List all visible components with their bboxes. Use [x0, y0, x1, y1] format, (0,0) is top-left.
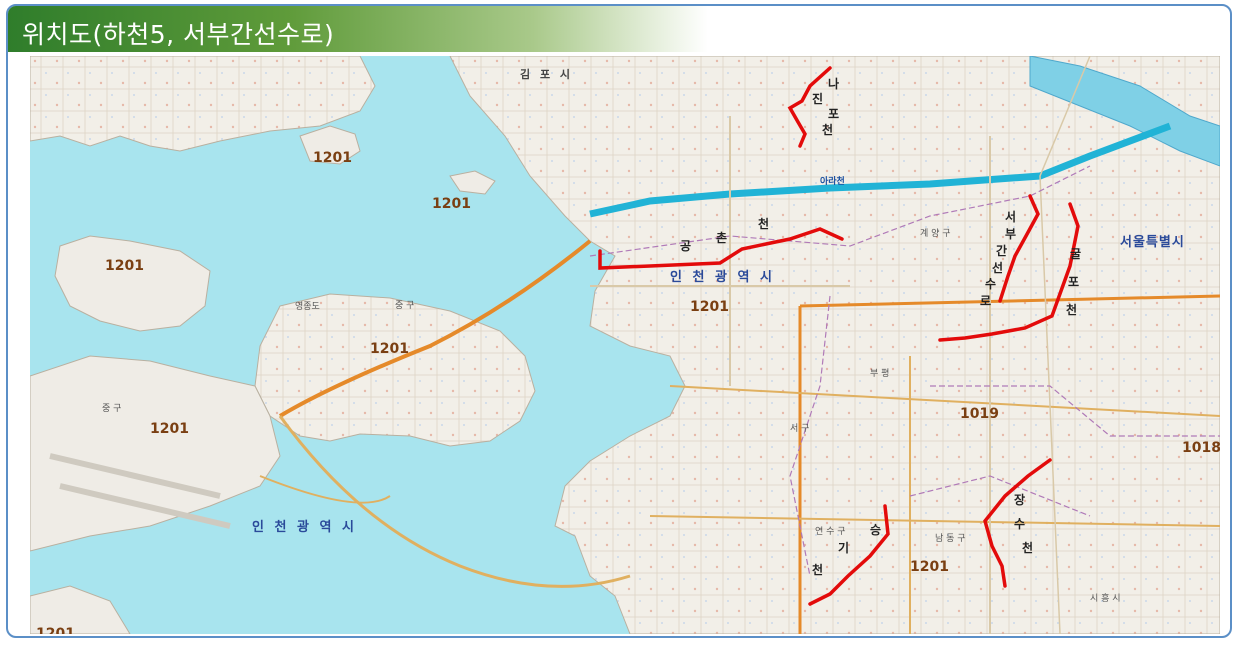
label-junggu-west: 중 구 [102, 403, 121, 414]
label-yeonsugu: 연 수 구 [815, 526, 846, 537]
label-gimpo: 김 포 시 [520, 68, 573, 81]
location-map: 인 천 광 역 시 인 천 광 역 시 김 포 시 서울특별시 중 구 중 구 … [30, 56, 1220, 634]
page-title: 위치도(하천5, 서부간선수로) [22, 20, 335, 49]
title-bar: 위치도(하천5, 서부간선수로) [8, 6, 708, 52]
code-label: 1201 [370, 341, 409, 357]
code-label: 1201 [432, 196, 471, 212]
code-label: 1019 [960, 406, 999, 422]
najinpocheon-label: 나 [828, 76, 839, 91]
label-incheon-sea: 인 천 광 역 시 [252, 519, 357, 535]
gulpocheon-label: 천 [1066, 302, 1077, 317]
seunggicheon-label: 기 [838, 540, 849, 555]
seobuganseon-label: 부 [1005, 227, 1016, 241]
seobuganseon-label: 선 [992, 260, 1003, 275]
gongchoncheon-label: 공 [680, 239, 691, 253]
label-bupyeong: 부 평 [870, 368, 889, 379]
gongchoncheon-label: 촌 [716, 230, 727, 245]
jangsucheon-label: 수 [1014, 517, 1025, 531]
gulpocheon-label: 굴 [1070, 247, 1081, 261]
code-label: 1201 [150, 421, 189, 437]
code-label: 1201 [313, 150, 352, 166]
code-label: 1201 [105, 258, 144, 274]
label-siheung: 시 흥 시 [1090, 592, 1121, 604]
label-yeongjongdo: 영종도 [295, 301, 320, 312]
code-label: 1201 [910, 559, 949, 575]
seunggicheon-label: 승 [870, 523, 881, 537]
gongchoncheon-label: 천 [758, 216, 769, 231]
gulpocheon-label: 포 [1068, 275, 1079, 289]
seunggicheon-label: 천 [812, 562, 823, 577]
code-label: 1201 [36, 626, 75, 634]
map-figure-frame: 위치도(하천5, 서부간선수로) 인 천 광 역 시 인 천 광 역 시 김 포… [6, 4, 1232, 638]
jangsucheon-label: 장 [1014, 493, 1025, 507]
label-junggu-yeongjong: 중 구 [395, 300, 414, 311]
najinpocheon-label: 포 [828, 107, 839, 121]
label-incheon-main: 인 천 광 역 시 [670, 269, 775, 285]
jangsucheon-label: 천 [1022, 540, 1033, 555]
label-seoul: 서울특별시 [1120, 234, 1185, 250]
label-namdonggu: 남 동 구 [935, 533, 966, 544]
code-label: 1201 [690, 299, 729, 315]
seobuganseon-label: 서 [1005, 209, 1016, 224]
code-label: 1018 [1182, 440, 1220, 456]
label-gyeyang: 계 양 구 [920, 227, 951, 239]
seobuganseon-label: 로 [980, 294, 991, 308]
najinpocheon-label: 진 [812, 91, 823, 106]
label-araecheon: 아라천 [820, 175, 845, 187]
najinpocheon-label: 천 [822, 122, 833, 137]
label-seogu: 서 구 [790, 423, 809, 434]
seobuganseon-label: 수 [985, 277, 996, 291]
seobuganseon-label: 간 [996, 243, 1007, 258]
